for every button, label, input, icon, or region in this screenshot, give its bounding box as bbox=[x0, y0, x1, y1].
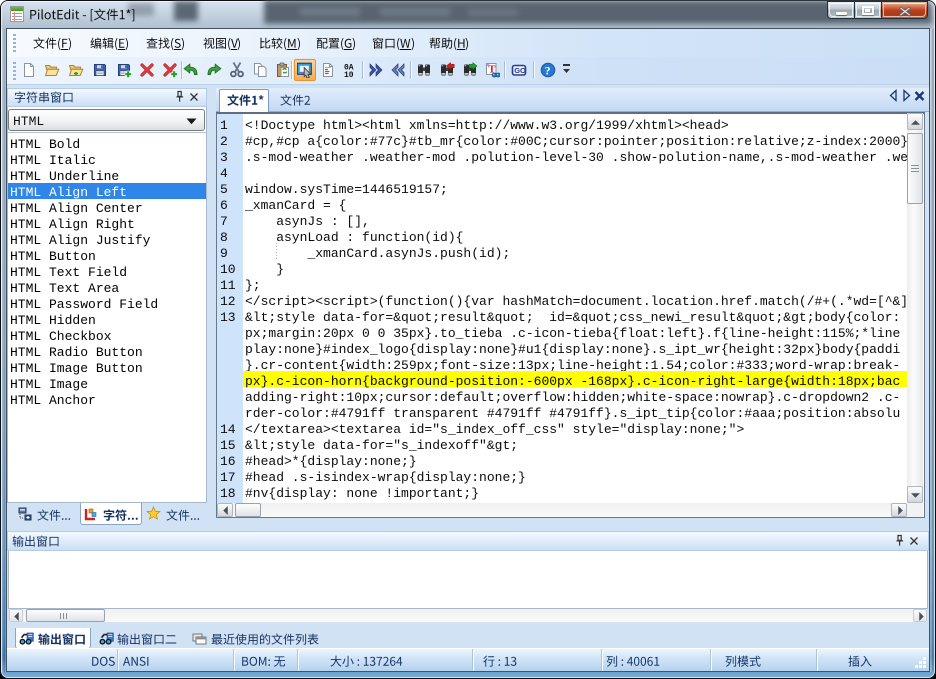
svg-text:10: 10 bbox=[344, 71, 354, 78]
svg-text:GO: GO bbox=[514, 66, 526, 75]
svg-text:?: ? bbox=[545, 63, 551, 77]
